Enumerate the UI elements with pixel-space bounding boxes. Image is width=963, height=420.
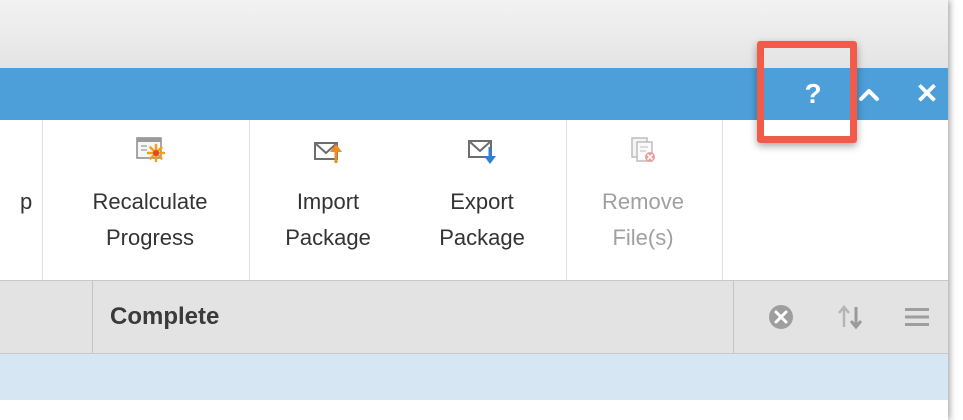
chevron-up-icon[interactable] [856, 82, 882, 106]
remove-files-icon [628, 136, 658, 164]
grid-column-header: Complete [0, 281, 948, 354]
import-package-icon [313, 136, 343, 164]
recalculate-progress-icon [135, 136, 166, 164]
export-label-line2: Package [439, 225, 525, 250]
column-divider [92, 281, 93, 353]
export-package-button[interactable]: Export Package [412, 120, 552, 280]
remove-files-button[interactable]: Remove File(s) [576, 120, 710, 280]
column-title-complete[interactable]: Complete [110, 281, 219, 353]
help-button[interactable]: ? [797, 74, 829, 114]
export-label-line1: Export [450, 189, 514, 214]
toolbar-divider [566, 120, 567, 280]
grid-body [0, 400, 948, 420]
close-button[interactable]: ✕ [912, 74, 942, 114]
clear-filter-icon[interactable] [767, 303, 795, 331]
remove-label-line1: Remove [602, 189, 684, 214]
recalculate-label-line2: Progress [105, 225, 195, 250]
recalculate-progress-button[interactable]: Recalculate Progress [62, 120, 238, 280]
sort-icon[interactable] [836, 303, 864, 331]
toolbar-divider [722, 120, 723, 280]
table-row[interactable] [0, 354, 948, 400]
import-label-line1: Import [296, 189, 360, 214]
import-label-line2: Package [285, 225, 371, 250]
panel-header-bar: ? ✕ [0, 68, 948, 120]
toolbar-button-partial[interactable]: p [0, 120, 42, 280]
recalculate-label-line1: Recalculate [92, 189, 208, 214]
title-bar [0, 0, 948, 69]
toolbar-divider [249, 120, 250, 280]
import-package-button[interactable]: Import Package [258, 120, 398, 280]
toolbar-divider [42, 120, 43, 280]
column-divider [733, 281, 734, 353]
ribbon-toolbar: p Recalculate Progress Import Package Ex… [0, 120, 948, 281]
export-package-icon [467, 136, 497, 164]
toolbar-partial-label: p [20, 189, 33, 214]
remove-label-line2: File(s) [612, 225, 674, 250]
menu-icon[interactable] [903, 303, 931, 331]
window: ? ✕ p Recalculate Progress Import Packag… [0, 0, 948, 420]
